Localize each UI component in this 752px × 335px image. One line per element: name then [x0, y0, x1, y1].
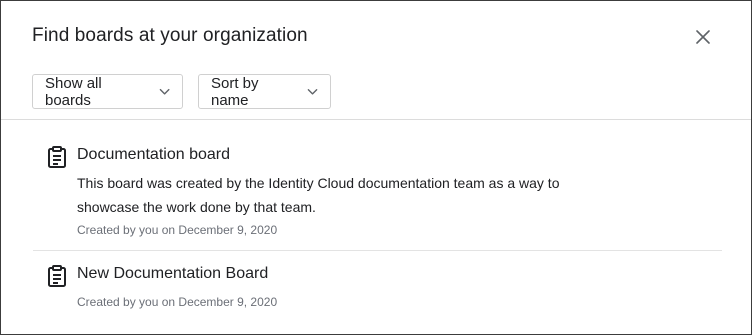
chevron-down-icon [307, 88, 318, 95]
sort-dropdown-label: Sort by name [211, 74, 259, 109]
board-created-meta: Created by you on December 9, 2020 [77, 223, 278, 237]
clipboard-icon [48, 146, 66, 168]
chevron-down-icon [159, 88, 170, 95]
clipboard-icon [48, 265, 66, 287]
find-boards-dialog: Find boards at your organization Show al… [0, 0, 752, 335]
board-description: This board was created by the Identity C… [77, 175, 560, 215]
close-button[interactable] [693, 27, 713, 47]
board-created-meta: Created by you on December 9, 2020 [77, 295, 278, 309]
board-name[interactable]: Documentation board [77, 146, 230, 164]
sort-dropdown[interactable]: Sort by name [198, 74, 331, 109]
filter-dropdown[interactable]: Show all boards [32, 74, 183, 109]
board-name[interactable]: New Documentation Board [77, 265, 268, 283]
dialog-title: Find boards at your organization [32, 25, 308, 46]
close-icon [696, 30, 710, 44]
header-divider [1, 119, 751, 120]
filter-dropdown-label: Show all boards [45, 74, 102, 109]
toolbar: Show all boards Sort by name [32, 74, 331, 109]
list-divider [33, 250, 722, 251]
